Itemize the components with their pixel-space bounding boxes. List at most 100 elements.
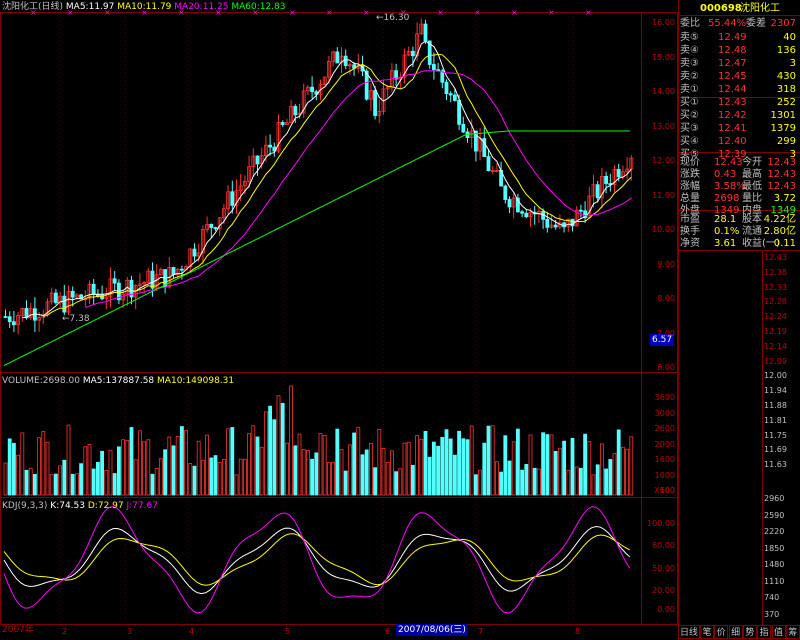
candle-body [507, 199, 512, 208]
volume-bar [469, 425, 474, 496]
candle-body [595, 184, 600, 199]
volume-ma5-label: MA5:137887.58 [82, 376, 155, 386]
volume-bar [45, 441, 50, 496]
volume-bar [200, 459, 205, 496]
volume-bar [444, 429, 449, 496]
volume-bar [268, 405, 273, 496]
volume-bar [322, 434, 327, 496]
kdj-axis-label: 100.00 [647, 519, 675, 528]
tab-7[interactable]: 筹 [785, 625, 800, 639]
tick-price-label: 12.33 [764, 282, 787, 292]
candle-body [112, 278, 117, 284]
ask-volume: 40 [783, 32, 796, 43]
bid-price: 12.40 [718, 136, 747, 147]
volume-bar [410, 464, 415, 496]
volume-bar [154, 468, 159, 496]
main-chart-header: 沈阳化工(日线) MA5:11.97 MA10:11.79 MA20:11.25… [2, 1, 286, 13]
volume-axis-label: 1600 [654, 455, 675, 464]
candle-body [3, 316, 8, 318]
tab-3[interactable]: 细 [728, 625, 743, 639]
volume-bar [402, 442, 407, 496]
ask-price: 12.45 [718, 71, 747, 82]
volume-bar [583, 433, 587, 496]
volume-bar [192, 465, 197, 496]
candle-body [604, 175, 608, 184]
bid-label: 买① [680, 97, 699, 108]
volume-bar [612, 453, 617, 496]
tick-price-label: 12.09 [764, 356, 787, 366]
volume-bar [226, 428, 231, 496]
candle-body [452, 94, 457, 101]
candle-body [54, 292, 58, 304]
volume-bar [20, 432, 25, 496]
candle-body [431, 64, 436, 71]
candle-body [11, 321, 16, 326]
volume-bar [360, 454, 365, 496]
volume-bar [221, 459, 226, 496]
volume-bar [377, 429, 382, 496]
volume-bar [62, 459, 67, 496]
volume-bar [473, 474, 478, 496]
tab-6[interactable]: 值 [771, 625, 786, 639]
volume-bar [625, 448, 629, 496]
volume-bar [37, 437, 41, 496]
bid-row: 买① 12.43 252 [678, 96, 800, 109]
candle-body [91, 283, 96, 295]
volume-bar [150, 473, 155, 496]
volume-bar [217, 462, 222, 496]
volume-bar [213, 455, 218, 496]
bid-label: 买④ [680, 136, 699, 147]
volume-bar [318, 433, 323, 496]
high-marker: ←16.30 [376, 13, 410, 23]
volume-bar [541, 432, 545, 496]
volume-bar [600, 443, 604, 496]
volume-bar [511, 441, 516, 496]
tab-1[interactable]: 笔 [700, 625, 714, 639]
ma20-label: MA20:11.25 [174, 2, 229, 12]
tab-5[interactable]: 指 [757, 625, 772, 639]
volume-bar [188, 463, 193, 496]
event-marker: × [548, 8, 555, 17]
tick-volume-label: 2960 [764, 494, 785, 503]
tick-volume-label: 2590 [764, 510, 785, 520]
volume-bar [431, 441, 436, 496]
candle-body [335, 51, 340, 64]
ma60-label: MA60:12.83 [231, 2, 286, 12]
volume-bar [96, 461, 100, 496]
ask-row: 卖④ 12.48 136 [678, 44, 800, 57]
price-axis-label: 6.00 [657, 363, 675, 372]
volume-bar [310, 458, 315, 496]
ask-label: 卖④ [680, 45, 699, 56]
kdj-axis-label: 80.00 [652, 541, 675, 550]
tab-4[interactable]: 势 [742, 625, 757, 639]
volume-bar [247, 433, 252, 496]
candle-body [192, 248, 197, 257]
candle-body [545, 218, 550, 228]
volume-bar [356, 426, 361, 496]
volume-bar [163, 449, 168, 496]
price-axis-label: 13.00 [652, 121, 675, 131]
tab-0[interactable]: 日线 [678, 625, 700, 639]
ma10-label: MA10:11.79 [117, 2, 172, 12]
kdj-k-label: K:74.53 [50, 501, 85, 511]
volume-bar [452, 454, 457, 496]
volume-bar [326, 462, 331, 496]
volume-bar [503, 435, 508, 496]
volume-bar [297, 433, 302, 496]
kdj-j-label: J:77.67 [126, 501, 158, 511]
volume-bar [604, 468, 608, 496]
volume-bar [331, 461, 336, 496]
volume-axis-label: 2000 [654, 439, 675, 449]
tick-price-label: 11.69 [764, 445, 787, 455]
tab-2[interactable]: 价 [714, 625, 729, 639]
volume-bar [41, 431, 46, 496]
candle-body [423, 23, 428, 42]
volume-bar [579, 467, 583, 496]
month-mark: 8 [575, 627, 580, 636]
volume-bar [562, 440, 566, 496]
volume-bar [499, 471, 504, 496]
volume-bar [280, 402, 285, 496]
volume-bar [494, 461, 499, 496]
volume-bar [146, 439, 151, 496]
volume-bar [305, 449, 310, 496]
